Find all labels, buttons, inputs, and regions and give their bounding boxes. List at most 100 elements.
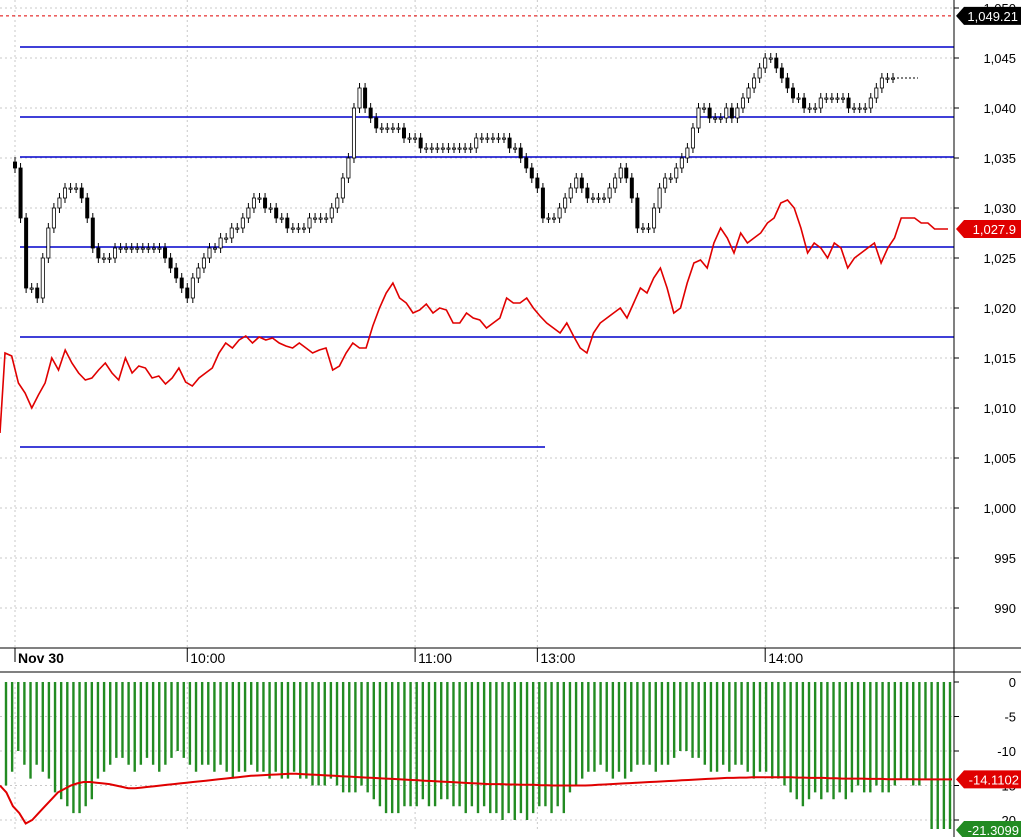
candle-body <box>290 227 295 230</box>
price-tick-label: 990 <box>994 601 1016 616</box>
candle-body <box>535 177 540 189</box>
time-x-axis: Nov 30 10:00 11:00 13:00 14:00 <box>0 647 1021 673</box>
candle-body <box>190 277 195 299</box>
price-y-axis: 990 995 1,000 1,005 1,010 1,015 1,020 1,025 1,03… <box>953 0 1021 680</box>
candle-body <box>157 247 162 250</box>
candle-body <box>685 147 690 159</box>
oscillator-y-axis: 0-5-10-15-20-14.1102-21.3099 <box>953 672 1021 837</box>
candle-body <box>301 227 306 230</box>
candle-body <box>635 197 640 229</box>
candle-body <box>657 187 662 209</box>
price-tick-label: 1,040 <box>983 101 1016 116</box>
time-tick-label: Nov 30 <box>18 650 64 666</box>
candle-body <box>413 137 418 140</box>
price-tick-label: 1,025 <box>983 251 1016 266</box>
osc-tick-label: -10 <box>997 744 1016 759</box>
candle-body <box>735 107 740 119</box>
candle-body <box>313 217 318 220</box>
candle-body <box>629 177 634 199</box>
candle-body <box>113 247 118 259</box>
candle-body <box>35 287 40 299</box>
candle-body <box>324 217 329 220</box>
candle-body <box>574 177 579 189</box>
candle-body <box>596 197 601 200</box>
candle-body <box>357 87 362 109</box>
candle-body <box>568 187 573 199</box>
candle-body <box>835 97 840 100</box>
time-tick-label: 10:00 <box>190 650 225 666</box>
candle-body <box>29 287 34 290</box>
candle-body <box>807 107 812 110</box>
candle-body <box>118 247 123 250</box>
candle-body <box>690 127 695 149</box>
candle-body <box>668 177 673 180</box>
candle-body <box>318 217 323 220</box>
chart-canvas: 990 995 1,000 1,005 1,010 1,015 1,020 1,025 1,03… <box>0 0 1021 837</box>
candle-body <box>90 217 95 249</box>
candle-body <box>746 87 751 99</box>
candle-body <box>829 97 834 100</box>
candle-body <box>213 247 218 250</box>
candle-body <box>540 187 545 219</box>
candle-body <box>774 57 779 69</box>
candle-body <box>618 167 623 179</box>
candle-body <box>424 147 429 150</box>
candle-body <box>346 157 351 179</box>
candle-body <box>79 187 84 199</box>
candle-body <box>563 197 568 209</box>
candle-body <box>518 147 523 159</box>
candle-body <box>151 247 156 250</box>
osc-last-label: -14.1102 <box>969 772 1019 787</box>
candle-body <box>818 97 823 109</box>
candle-body <box>135 247 140 250</box>
candle-body <box>646 227 651 230</box>
candle-body <box>863 107 868 110</box>
candle-body <box>246 207 251 219</box>
candle-body <box>418 137 423 149</box>
candle-body <box>874 87 879 99</box>
candle-body <box>40 257 45 299</box>
candle-body <box>868 97 873 109</box>
candle-body <box>779 67 784 79</box>
candle-body <box>674 167 679 179</box>
candle-body <box>524 157 529 169</box>
time-tick-label: 11:00 <box>418 650 452 666</box>
candle-body <box>240 217 245 229</box>
candle-body <box>435 147 440 150</box>
candle <box>540 183 545 223</box>
candle-body <box>224 237 229 240</box>
time-tick-label: 13:00 <box>540 650 575 666</box>
candle-body <box>702 107 707 110</box>
candle-body <box>285 217 290 229</box>
candle <box>46 223 51 263</box>
candle-body <box>379 127 384 130</box>
candle-body <box>218 237 223 249</box>
candle-body <box>507 137 512 149</box>
candle-body <box>846 97 851 109</box>
candle-body <box>590 197 595 200</box>
candle-body <box>640 227 645 230</box>
candle-body <box>790 87 795 99</box>
candle <box>351 103 356 163</box>
candle-body <box>335 197 340 209</box>
candle-body <box>602 197 607 200</box>
candle-body <box>707 107 712 119</box>
candle-body <box>607 187 612 199</box>
candle-body <box>857 107 862 110</box>
candle-body <box>235 227 240 230</box>
candle-body <box>585 187 590 199</box>
candle-body <box>446 147 451 150</box>
candle-body <box>63 187 68 199</box>
candle-body <box>12 161 17 169</box>
candle <box>24 213 29 293</box>
candle-body <box>196 267 201 279</box>
candle-body <box>407 137 412 140</box>
candle-body <box>296 227 301 230</box>
candle-body <box>251 197 256 209</box>
price-tick-label: 1,035 <box>983 151 1016 166</box>
candle-body <box>46 227 51 259</box>
candle-body <box>207 247 212 259</box>
candle-body <box>557 207 562 219</box>
candle-body <box>24 217 29 289</box>
price-tick-label: 1,010 <box>983 401 1016 416</box>
